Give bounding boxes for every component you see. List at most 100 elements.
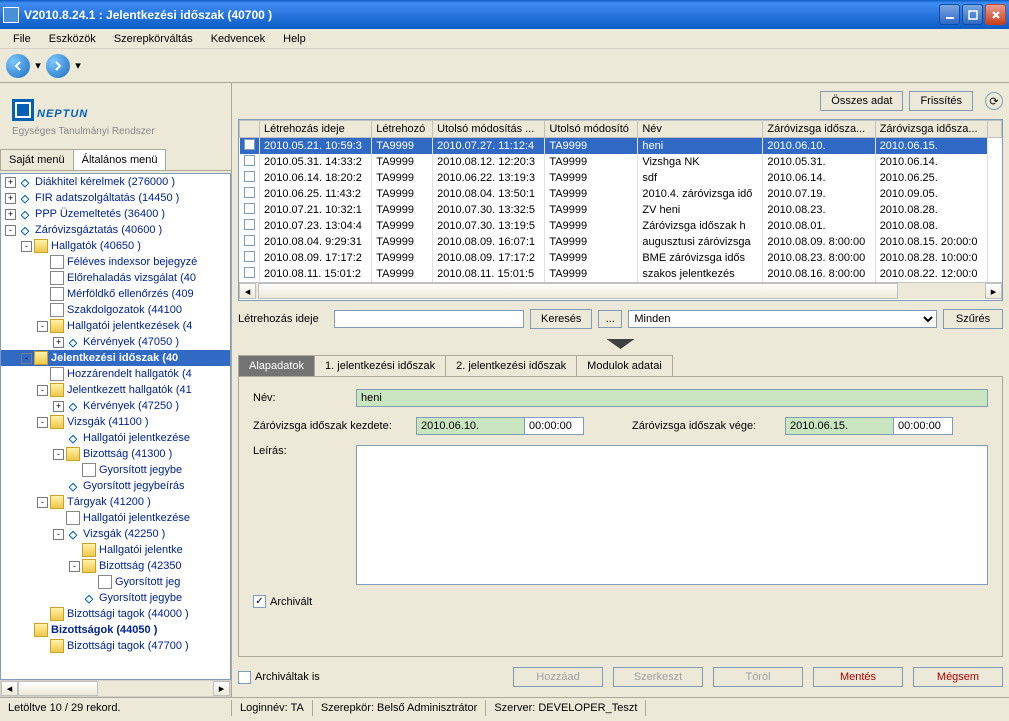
expand-icon[interactable]: -: [5, 225, 16, 236]
column-header[interactable]: Létrehozó: [372, 121, 433, 138]
tree-node[interactable]: +◇Kérvények (47250 ): [1, 398, 230, 414]
tree-node[interactable]: -Hallgatók (40650 ): [1, 238, 230, 254]
nev-field[interactable]: heni: [356, 389, 988, 407]
row-checkbox[interactable]: [244, 155, 255, 166]
table-row[interactable]: 2010.07.21. 10:32:1TA99992010.07.30. 13:…: [240, 202, 1002, 218]
search-input[interactable]: [334, 310, 524, 328]
table-row[interactable]: 2010.05.21. 10:59:3TA99992010.07.27. 11:…: [240, 138, 1002, 155]
expand-icon[interactable]: -: [21, 353, 32, 364]
expand-icon[interactable]: +: [5, 177, 16, 188]
scroll-right-icon[interactable]: ▸: [213, 681, 230, 696]
maximize-button[interactable]: [962, 4, 983, 25]
tree-node[interactable]: Bizottsági tagok (47700 ): [1, 638, 230, 654]
frissites-button[interactable]: Frissítés: [909, 91, 973, 111]
nav-back-button[interactable]: [6, 54, 30, 78]
table-row[interactable]: 2010.05.31. 14:33:2TA99992010.08.12. 12:…: [240, 154, 1002, 170]
tab-jelentkezesi-2[interactable]: 2. jelentkezési időszak: [445, 355, 577, 376]
hozzaad-button[interactable]: Hozzáad: [513, 667, 603, 687]
tree-node[interactable]: ◇Gyorsított jegybe: [1, 590, 230, 606]
column-header[interactable]: Záróvizsga idősza...: [763, 121, 875, 138]
tree-node[interactable]: ◇Hallgatói jelentkezése: [1, 430, 230, 446]
tree-node[interactable]: Gyorsított jeg: [1, 574, 230, 590]
column-header[interactable]: Utolsó módosítás ...: [433, 121, 545, 138]
tree-node[interactable]: -Bizottság (41300 ): [1, 446, 230, 462]
tree-node[interactable]: -Vizsgák (41100 ): [1, 414, 230, 430]
nav-back-dropdown[interactable]: ▾: [32, 54, 44, 78]
expand-icon[interactable]: -: [37, 321, 48, 332]
close-button[interactable]: [985, 4, 1006, 25]
collapse-marker-icon[interactable]: [238, 337, 1003, 355]
expand-icon[interactable]: -: [37, 497, 48, 508]
tree-node[interactable]: Gyorsított jegybe: [1, 462, 230, 478]
row-checkbox[interactable]: [244, 251, 255, 262]
table-row[interactable]: 2010.06.25. 11:43:2TA99992010.08.04. 13:…: [240, 186, 1002, 202]
megsem-button[interactable]: Mégsem: [913, 667, 1003, 687]
info-icon[interactable]: ⟳: [985, 92, 1003, 110]
tree-node[interactable]: +◇FIR adatszolgáltatás (14450 ): [1, 190, 230, 206]
menu-file[interactable]: File: [5, 31, 39, 47]
table-row[interactable]: 2010.07.23. 13:04:4TA99992010.07.30. 13:…: [240, 218, 1002, 234]
navigation-tree[interactable]: +◇Diákhitel kérelmek (276000 )+◇FIR adat…: [0, 173, 231, 680]
row-checkbox[interactable]: [244, 267, 255, 278]
minimize-button[interactable]: [939, 4, 960, 25]
kereses-button[interactable]: Keresés: [530, 309, 592, 329]
expand-icon[interactable]: -: [21, 241, 32, 252]
tree-node[interactable]: +◇Diákhitel kérelmek (276000 ): [1, 174, 230, 190]
column-header[interactable]: Utolsó módosító: [545, 121, 638, 138]
tree-node[interactable]: -Jelentkezési időszak (40: [1, 350, 230, 366]
expand-icon[interactable]: -: [69, 561, 80, 572]
torol-button[interactable]: Töröl: [713, 667, 803, 687]
tree-node[interactable]: Hozzárendelt hallgatók (4: [1, 366, 230, 382]
archivaltak-is-checkbox[interactable]: Archiváltak is: [238, 671, 320, 684]
tree-node[interactable]: Féléves indexsor bejegyzé: [1, 254, 230, 270]
menu-eszkozok[interactable]: Eszközök: [41, 31, 104, 47]
expand-icon[interactable]: -: [53, 529, 64, 540]
menu-szerepkorvaltas[interactable]: Szerepkörváltás: [106, 31, 201, 47]
tree-hscroll[interactable]: ◂ ▸: [0, 680, 231, 697]
grid-scroll-right-icon[interactable]: ▸: [985, 283, 1002, 299]
table-row[interactable]: 2010.08.11. 15:01:2TA99992010.08.11. 15:…: [240, 266, 1002, 282]
row-checkbox[interactable]: [244, 219, 255, 230]
expand-icon[interactable]: +: [5, 209, 16, 220]
expand-icon[interactable]: +: [53, 401, 64, 412]
tree-node[interactable]: -Tárgyak (41200 ): [1, 494, 230, 510]
column-header[interactable]: [240, 121, 260, 138]
tree-node[interactable]: Szakdolgozatok (44100: [1, 302, 230, 318]
tab-jelentkezesi-1[interactable]: 1. jelentkezési időszak: [314, 355, 446, 376]
scroll-thumb[interactable]: [18, 681, 98, 696]
tree-node[interactable]: -Bizottság (42350: [1, 558, 230, 574]
szures-button[interactable]: Szűrés: [943, 309, 1003, 329]
expand-icon[interactable]: -: [37, 417, 48, 428]
table-row[interactable]: 2010.08.09. 17:17:2TA99992010.08.09. 17:…: [240, 250, 1002, 266]
table-row[interactable]: 2010.08.04. 9:29:31TA99992010.08.09. 16:…: [240, 234, 1002, 250]
nav-forward-dropdown[interactable]: ▾: [72, 54, 84, 78]
nav-forward-button[interactable]: [46, 54, 70, 78]
menu-help[interactable]: Help: [275, 31, 314, 47]
tab-modulok[interactable]: Modulok adatai: [576, 355, 673, 376]
vege-time-input[interactable]: [893, 417, 953, 435]
grid-scroll-thumb[interactable]: [258, 283, 898, 299]
expand-icon[interactable]: +: [5, 193, 16, 204]
row-checkbox[interactable]: [244, 171, 255, 182]
expand-icon[interactable]: +: [53, 337, 64, 348]
tab-alapadatok[interactable]: Alapadatok: [238, 355, 315, 376]
tree-node[interactable]: Mérföldkő ellenőrzés (409: [1, 286, 230, 302]
tree-node[interactable]: -Jelentkezett hallgatók (41: [1, 382, 230, 398]
column-header[interactable]: Név: [638, 121, 763, 138]
szerkeszt-button[interactable]: Szerkeszt: [613, 667, 703, 687]
row-checkbox[interactable]: [244, 139, 255, 150]
search-more-button[interactable]: ...: [598, 310, 622, 328]
mentes-button[interactable]: Mentés: [813, 667, 903, 687]
expand-icon[interactable]: -: [53, 449, 64, 460]
leiras-textarea[interactable]: [356, 445, 988, 585]
tree-node[interactable]: -◇Vizsgák (42250 ): [1, 526, 230, 542]
menu-kedvencek[interactable]: Kedvencek: [203, 31, 273, 47]
kezdete-time-input[interactable]: [524, 417, 584, 435]
tab-altalanos-menu[interactable]: Általános menü: [73, 149, 167, 170]
tree-node[interactable]: +◇Kérvények (47050 ): [1, 334, 230, 350]
archivalt-checkbox[interactable]: ✓ Archivált: [253, 595, 312, 608]
row-checkbox[interactable]: [244, 235, 255, 246]
table-row[interactable]: 2010.06.14. 18:20:2TA99992010.06.22. 13:…: [240, 170, 1002, 186]
filter-select[interactable]: Minden: [628, 310, 937, 328]
column-header[interactable]: Záróvizsga idősza...: [875, 121, 987, 138]
